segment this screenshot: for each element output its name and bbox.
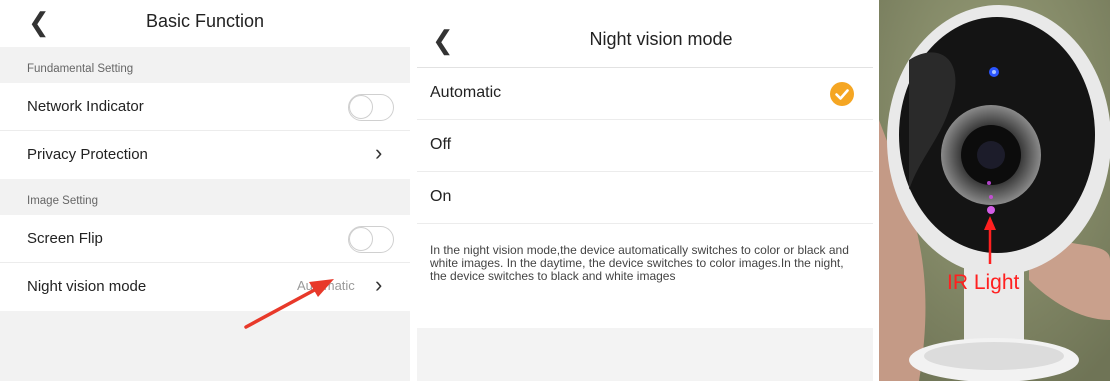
- camera-photo-image: [879, 0, 1110, 381]
- option-off[interactable]: Off: [417, 120, 873, 172]
- night-vision-description: In the night vision mode,the device auto…: [417, 224, 873, 328]
- red-arrow-annotation: [244, 279, 334, 329]
- camera-photo: IR Light: [879, 0, 1110, 381]
- night-vision-header: ❮ Night vision mode: [417, 0, 873, 68]
- ir-light-label: IR Light: [947, 271, 1020, 294]
- page-title: Night vision mode: [589, 29, 733, 49]
- night-vision-screen: ❮ Night vision mode Automatic Off On In …: [417, 0, 873, 381]
- basic-function-screen: ❮ Basic Function Fundamental Setting Net…: [0, 0, 410, 381]
- option-label: On: [430, 188, 452, 205]
- option-automatic[interactable]: Automatic: [417, 68, 873, 120]
- option-label: Off: [430, 136, 452, 153]
- option-on[interactable]: On: [417, 172, 873, 224]
- option-label: Automatic: [430, 84, 502, 101]
- checkmark-icon: [830, 82, 854, 106]
